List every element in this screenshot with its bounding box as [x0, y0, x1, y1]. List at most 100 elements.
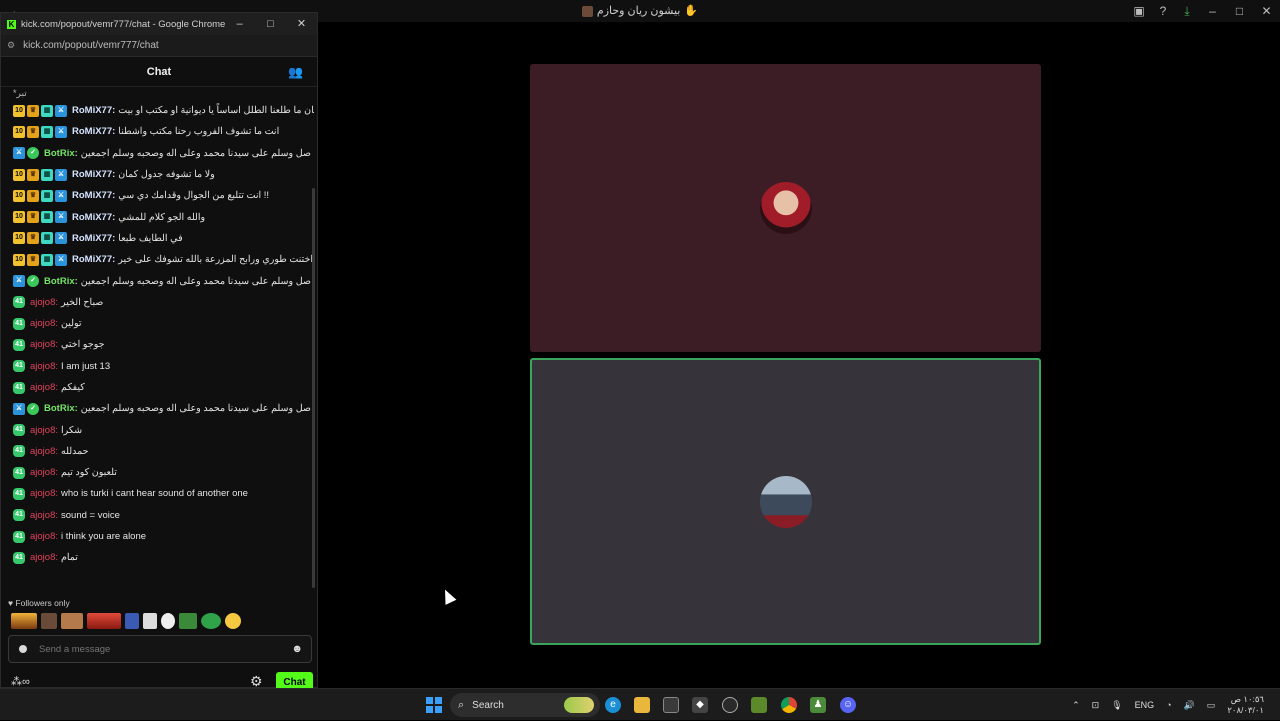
chat-username[interactable]: ajojo8: [30, 467, 58, 478]
chat-username[interactable]: RoMiX77: [72, 105, 115, 116]
minimize-button[interactable]: – [224, 13, 255, 35]
level-badge-icon[interactable]: 10 [13, 104, 25, 117]
address-bar[interactable]: ⚙ kick.com/popout/vemr777/chat [1, 35, 317, 57]
message-input-container[interactable]: ☻ [8, 635, 312, 663]
microsoft-store-icon[interactable] [663, 697, 679, 713]
chat-message[interactable]: 10 ♛ ▦ ⚔ RoMiX77: في الطايف طبعا [1, 228, 314, 249]
nvidia-icon[interactable] [751, 697, 767, 713]
crown-badge-icon[interactable]: ♛ [27, 253, 39, 266]
steam-icon[interactable] [722, 697, 738, 713]
points-icon[interactable]: ⁂∞ [11, 675, 30, 688]
emote[interactable] [179, 613, 197, 629]
chat-username[interactable]: ajojo8: [30, 510, 58, 521]
app-icon[interactable]: ◆ [692, 697, 708, 713]
chat-message[interactable]: 41 ajojo8: تولين [1, 313, 314, 334]
chat-message[interactable]: 41 ajojo8: كيفكم [1, 377, 314, 398]
level-badge-icon[interactable]: 10 [13, 211, 25, 224]
chat-message[interactable]: 41 ajojo8: تلعبون كود تيم [1, 462, 314, 483]
chat-username[interactable]: BotRix: [44, 403, 78, 414]
level-badge-icon[interactable]: 10 [13, 253, 25, 266]
wifi-icon[interactable]: ◔ [1166, 700, 1171, 710]
taskbar-search[interactable]: ⌕ Search [450, 693, 600, 717]
subscriber-badge-icon[interactable]: 41 [13, 338, 25, 351]
app-icon[interactable]: ♟ [810, 697, 826, 713]
subscriber-badge-icon[interactable]: 41 [13, 445, 25, 458]
gift-badge-icon[interactable]: ▦ [41, 168, 53, 181]
chat-username[interactable]: ajojo8: [30, 446, 58, 457]
emote[interactable] [87, 613, 121, 629]
chat-message[interactable]: 41 ajojo8: sound = voice [1, 505, 314, 526]
bot-badge-icon[interactable]: ⚔ [13, 147, 25, 160]
chat-message[interactable]: ⚔ ✓ BotRix: اللهم صل وسلم على سيدنا محمد وع… [1, 398, 314, 419]
emote[interactable] [161, 613, 175, 629]
chat-username[interactable]: ajojo8: [30, 425, 58, 436]
user-list-icon[interactable]: 👥 [288, 65, 303, 79]
emote[interactable] [225, 613, 241, 629]
subscriber-badge-icon[interactable]: 41 [13, 317, 25, 330]
site-info-icon[interactable]: ⚙ [7, 40, 15, 51]
chat-username[interactable]: RoMiX77: [72, 169, 115, 180]
chat-username[interactable]: ajojo8: [30, 297, 58, 308]
chat-message[interactable]: 41 ajojo8: شكرا [1, 419, 314, 440]
discord-icon[interactable]: ☺ [840, 697, 856, 713]
close-button[interactable]: ✕ [286, 13, 317, 35]
crown-badge-icon[interactable]: ♛ [27, 211, 39, 224]
chat-message[interactable]: ⚔ ✓ BotRix: اللهم صل وسلم على سيدنا محمد وع… [1, 143, 314, 164]
chat-username[interactable]: RoMiX77: [72, 233, 115, 244]
chat-username[interactable]: ajojo8: [30, 531, 58, 542]
chat-message[interactable]: 10 ♛ ▦ ⚔ RoMiX77: اختنت طوري ورابح المزرعة با… [1, 249, 314, 270]
chat-message[interactable]: 10 ♛ ▦ ⚔ RoMiX77: انت ما تشوف الفروب رحنا مكت… [1, 121, 314, 142]
chat-message[interactable]: 10♛▦⚔RoMiX77:من زمان ما طلعنا الطلل اساس… [1, 100, 314, 121]
level-badge-icon[interactable]: 10 [13, 125, 25, 138]
bot-badge-icon[interactable]: ⚔ [13, 402, 25, 415]
emote[interactable] [201, 613, 221, 629]
bot-badge-icon[interactable]: ⚔ [13, 275, 25, 288]
emote[interactable] [41, 613, 57, 629]
subscriber-badge-icon[interactable]: 41 [13, 424, 25, 437]
clock[interactable]: ١٠:٥٦ ص ٢٠٨/٠٣/٠١ [1227, 694, 1264, 716]
level-badge-icon[interactable]: 10 [13, 168, 25, 181]
chat-message[interactable]: 10 ♛ ▦ ⚔ RoMiX77: انت تتلبع من الجوال وقدامك … [1, 185, 314, 206]
voice-tile-user-1[interactable] [530, 64, 1041, 352]
subscriber-badge-icon[interactable]: 41 [13, 509, 25, 522]
emote[interactable] [11, 613, 37, 629]
gift-badge-icon[interactable]: ▦ [41, 125, 53, 138]
verified-badge-icon[interactable]: ✓ [27, 147, 39, 160]
sword-badge-icon[interactable]: ⚔ [55, 125, 67, 138]
gift-badge-icon[interactable]: ▦ [41, 232, 53, 245]
crown-badge-icon[interactable]: ♛ [27, 125, 39, 138]
chat-message[interactable]: 41 ajojo8: جوجو اختي [1, 334, 314, 355]
network-icon[interactable]: ⊡ [1092, 700, 1100, 711]
file-explorer-icon[interactable] [634, 697, 650, 713]
sword-badge-icon[interactable]: ⚔ [55, 232, 67, 245]
sword-badge-icon[interactable]: ⚔ [55, 253, 67, 266]
chat-username[interactable]: RoMiX77: [72, 254, 115, 265]
inbox-icon[interactable]: ▣ [1127, 4, 1151, 18]
sword-badge-icon[interactable]: ⚔ [55, 168, 67, 181]
sword-badge-icon[interactable]: ⚔ [55, 104, 67, 117]
gift-badge-icon[interactable]: ▦ [41, 104, 53, 117]
chat-message[interactable]: 41 ajojo8: صباح الخير [1, 292, 314, 313]
edge-browser-icon[interactable]: e [605, 697, 621, 713]
subscriber-badge-icon[interactable]: 41 [13, 551, 25, 564]
subscriber-badge-icon[interactable]: 41 [13, 381, 25, 394]
minimize-button[interactable]: – [1199, 4, 1226, 18]
chat-username[interactable]: ajojo8: [30, 382, 58, 393]
chat-username[interactable]: ajojo8: [30, 552, 58, 563]
chat-username[interactable]: ajojo8: [30, 339, 58, 350]
verified-badge-icon[interactable]: ✓ [27, 402, 39, 415]
chat-username[interactable]: ajojo8: [30, 361, 58, 372]
crown-badge-icon[interactable]: ♛ [27, 104, 39, 117]
gift-badge-icon[interactable]: ▦ [41, 189, 53, 202]
emote[interactable] [143, 613, 157, 629]
gift-badge-icon[interactable]: ▦ [41, 253, 53, 266]
close-button[interactable]: ✕ [1253, 4, 1280, 18]
chat-message[interactable]: 41 ajojo8: تمام [1, 547, 314, 568]
subscriber-badge-icon[interactable]: 41 [13, 296, 25, 309]
message-input[interactable] [39, 643, 279, 655]
sword-badge-icon[interactable]: ⚔ [55, 189, 67, 202]
chat-scrollbar[interactable] [312, 188, 315, 588]
emote[interactable] [125, 613, 139, 629]
level-badge-icon[interactable]: 10 [13, 232, 25, 245]
chrome-icon[interactable] [781, 697, 797, 713]
